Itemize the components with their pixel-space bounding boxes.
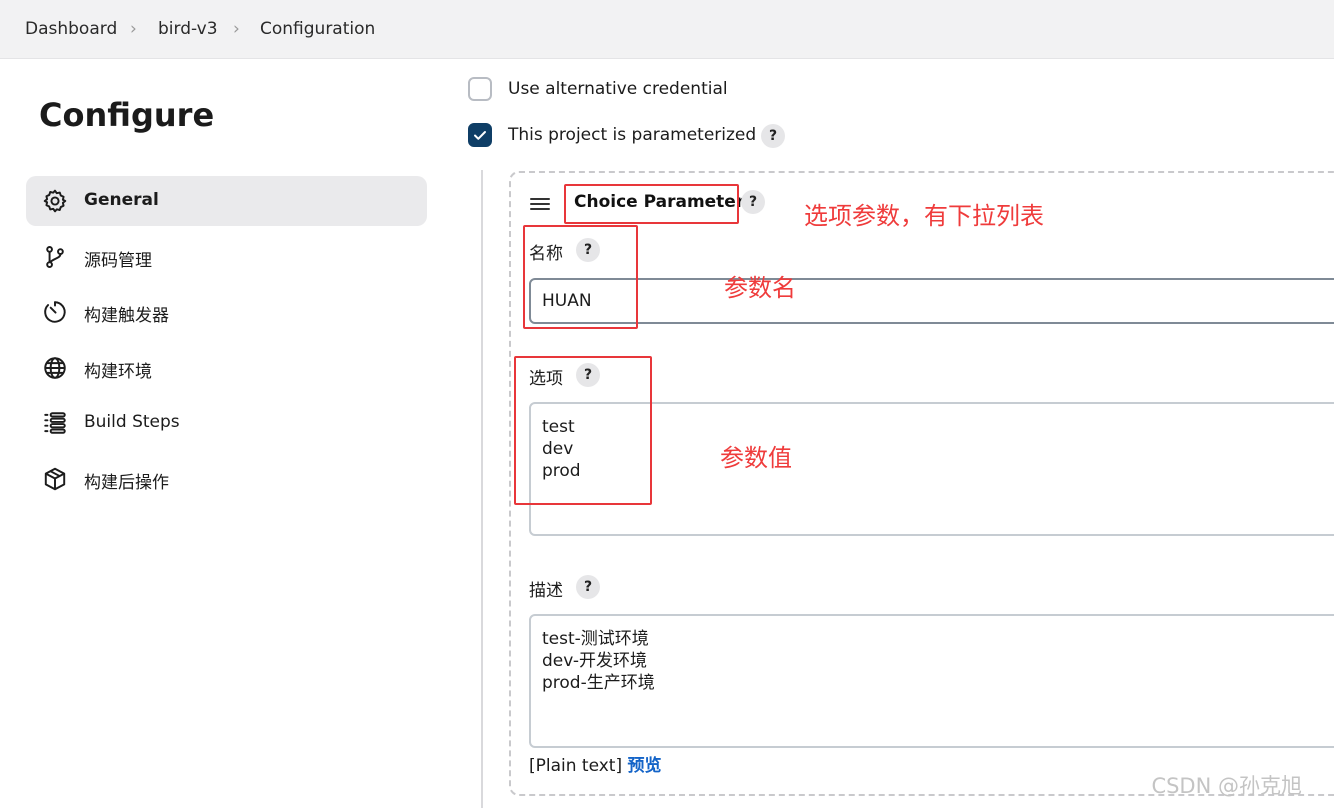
breadcrumb-dashboard-link[interactable]: Dashboard [25,19,117,39]
description-line: test-测试环境 [542,629,649,649]
parameterized-label[interactable]: This project is parameterized [508,125,756,145]
chevron-right-icon: › [130,19,137,39]
help-icon[interactable]: ? [761,124,785,148]
gear-icon [42,188,68,214]
sidebar-item-label: 构建后操作 [84,473,169,493]
timer-icon [42,299,68,325]
page-title: Configure [39,96,215,134]
sidebar-item-build-triggers[interactable]: 构建触发器 [26,287,427,337]
plain-text-label: [Plain text] [529,756,623,776]
watermark: CSDN @孙克旭 [1151,774,1302,798]
description-textarea[interactable]: test-测试环境 dev-开发环境 prod-生产环境 [529,614,1334,748]
annotation-box-choices [514,356,652,505]
checkmark-icon [474,131,486,140]
preview-link[interactable]: 预览 [628,756,662,776]
package-icon [42,466,68,492]
description-field-label: 描述 [529,581,563,601]
description-line: prod-生产环境 [542,673,655,693]
use-alt-credential-label[interactable]: Use alternative credential [508,79,728,99]
parameterized-checkbox[interactable] [468,123,492,147]
annotation-note-choices: 参数值 [720,444,792,472]
choice-line: prod [542,461,581,481]
breadcrumb-job-link[interactable]: bird-v3 [158,19,218,39]
sidebar-item-build-steps[interactable]: Build Steps [26,398,427,448]
chevron-right-icon: › [233,19,240,39]
sidebar-item-label: 构建环境 [84,362,152,382]
globe-icon [42,355,68,381]
source-branch-icon [42,244,68,270]
choice-line: test [542,417,575,437]
annotation-note-name: 参数名 [724,274,796,302]
format-hint: [Plain text] 预览 [529,751,662,776]
choice-line: dev [542,439,574,459]
breadcrumb-bar: Dashboard › bird-v3 › Configuration [0,0,1334,59]
help-icon[interactable]: ? [741,190,765,214]
use-alt-credential-checkbox[interactable] [468,77,492,101]
annotation-note-type: 选项参数，有下拉列表 [804,202,1044,230]
sidebar-item-post-build[interactable]: 构建后操作 [26,454,427,504]
drag-handle-icon[interactable] [530,196,550,210]
description-line: dev-开发环境 [542,651,647,671]
sidebar-item-label: General [84,190,159,210]
section-divider [481,170,483,808]
name-input[interactable]: HUAN [529,278,1334,324]
annotation-box-type [564,184,739,224]
sidebar-item-label: 构建触发器 [84,306,169,326]
sidebar-item-general[interactable]: General [26,176,427,226]
sidebar-item-build-environment[interactable]: 构建环境 [26,343,427,393]
help-icon[interactable]: ? [576,575,600,599]
list-steps-icon [42,410,68,436]
sidebar-item-label: Build Steps [84,412,180,432]
annotation-box-name [523,225,638,329]
sidebar-item-label: 源码管理 [84,251,152,271]
breadcrumb-current-page: Configuration [260,19,376,39]
sidebar-item-source-control[interactable]: 源码管理 [26,232,427,282]
